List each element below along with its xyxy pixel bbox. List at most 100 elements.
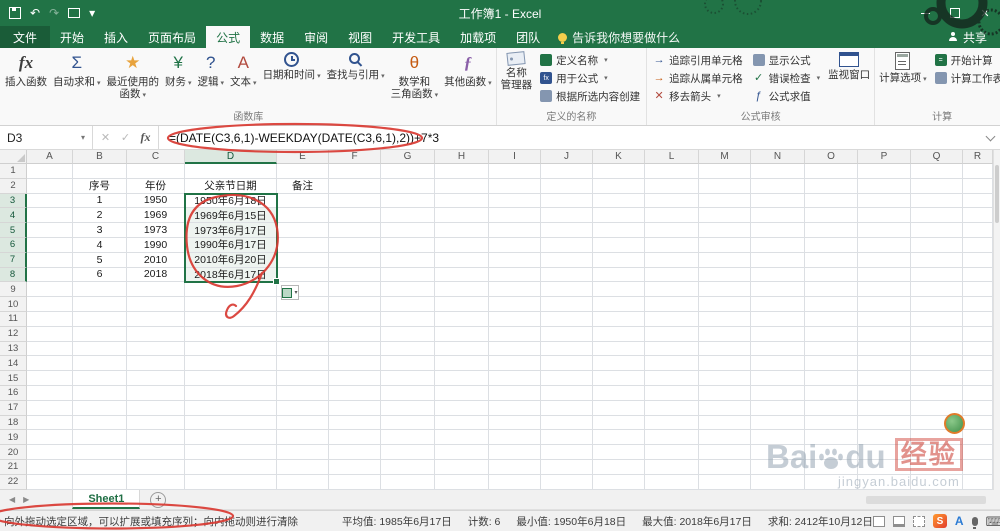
calculate-sheet-button[interactable]: 计算工作表 [932,69,1000,87]
sheet-prev-icon[interactable]: ◀ [9,495,15,504]
cell-H7[interactable] [435,252,489,268]
cell-M6[interactable] [699,237,751,253]
cell-A10[interactable] [27,297,73,312]
cell-K7[interactable] [593,252,645,268]
cell-B9[interactable] [73,282,127,298]
cell-I21[interactable] [489,459,541,475]
date-time-button[interactable]: 日期和时间 ▾ [260,50,324,108]
cell-D11[interactable] [185,311,277,327]
column-header-R[interactable]: R [963,150,993,164]
tab-文件[interactable]: 文件 [0,26,51,48]
cell-E1[interactable] [277,164,329,179]
close-button[interactable]: ✕ [970,0,1000,26]
cell-H3[interactable] [435,193,489,209]
tab-公式[interactable]: 公式 [206,26,251,48]
cell-O12[interactable] [805,326,858,342]
cell-O19[interactable] [805,430,858,446]
cell-E17[interactable] [277,400,329,416]
cell-L14[interactable] [645,356,699,372]
cell-C21[interactable] [127,459,185,475]
cell-O7[interactable] [805,252,858,268]
tab-数据[interactable]: 数据 [250,26,294,48]
cell-B3[interactable]: 1 [73,193,127,209]
cell-P3[interactable] [858,193,911,209]
microphone-icon[interactable] [971,516,978,529]
save-icon[interactable] [9,7,21,19]
cell-N19[interactable] [751,430,805,446]
column-header-D[interactable]: D [185,150,277,164]
cell-M20[interactable] [699,445,751,460]
cell-I1[interactable] [489,164,541,179]
cell-H18[interactable] [435,415,489,431]
cell-B12[interactable] [73,326,127,342]
cell-F2[interactable] [329,178,381,194]
cell-P5[interactable] [858,223,911,238]
cell-C10[interactable] [127,297,185,312]
row-header-14[interactable]: 14 [0,356,27,372]
cell-H22[interactable] [435,474,489,490]
cell-H17[interactable] [435,400,489,416]
cell-I5[interactable] [489,223,541,238]
cell-F4[interactable] [329,208,381,224]
cell-H1[interactable] [435,164,489,179]
cell-L10[interactable] [645,297,699,312]
row-header-5[interactable]: 5 [0,223,27,238]
page-layout-view-icon[interactable] [892,515,905,527]
cell-N15[interactable] [751,371,805,386]
tab-开始[interactable]: 开始 [50,26,94,48]
cell-C5[interactable]: 1973 [127,223,185,238]
column-header-N[interactable]: N [751,150,805,164]
trace-precedents-button[interactable]: → 追踪引用单元格 [650,51,746,69]
cell-A3[interactable] [27,193,73,209]
cell-Q7[interactable] [911,252,963,268]
cell-C6[interactable]: 1990 [127,237,185,253]
tab-页面布局[interactable]: 页面布局 [138,26,206,48]
cell-N13[interactable] [751,341,805,357]
cell-P2[interactable] [858,178,911,194]
cell-R21[interactable] [963,459,993,475]
cell-D3[interactable]: 1950年6月18日 [185,193,277,209]
cell-H14[interactable] [435,356,489,372]
row-header-12[interactable]: 12 [0,326,27,342]
cell-D6[interactable]: 1990年6月17日 [185,237,277,253]
cell-B11[interactable] [73,311,127,327]
cell-C13[interactable] [127,341,185,357]
cell-D5[interactable]: 1973年6月17日 [185,223,277,238]
cell-J11[interactable] [541,311,593,327]
cell-R16[interactable] [963,385,993,401]
cell-N17[interactable] [751,400,805,416]
cell-I11[interactable] [489,311,541,327]
insert-function-icon[interactable]: fx [136,130,155,145]
maximize-button[interactable] [940,0,970,26]
cell-E15[interactable] [277,371,329,386]
cell-A7[interactable] [27,252,73,268]
cell-O10[interactable] [805,297,858,312]
cell-R1[interactable] [963,164,993,179]
floating-badge[interactable] [944,413,965,434]
cell-L22[interactable] [645,474,699,490]
cell-Q6[interactable] [911,237,963,253]
cell-E18[interactable] [277,415,329,431]
cell-R10[interactable] [963,297,993,312]
tab-审阅[interactable]: 审阅 [294,26,338,48]
math-trig-button[interactable]: θ 数学和 三角函数 ▾ [388,50,442,108]
cell-O9[interactable] [805,282,858,298]
cell-P14[interactable] [858,356,911,372]
cell-P19[interactable] [858,430,911,446]
cell-I8[interactable] [489,267,541,283]
cell-I14[interactable] [489,356,541,372]
cell-G7[interactable] [381,252,435,268]
cell-J1[interactable] [541,164,593,179]
cell-K5[interactable] [593,223,645,238]
cell-R2[interactable] [963,178,993,194]
share-button[interactable]: 共享 [948,26,1000,48]
sheet-tab-sheet1[interactable]: Sheet1 [72,490,141,509]
cell-G3[interactable] [381,193,435,209]
cell-P11[interactable] [858,311,911,327]
cell-F5[interactable] [329,223,381,238]
cell-G13[interactable] [381,341,435,357]
cell-R13[interactable] [963,341,993,357]
financial-button[interactable]: ¥ 财务 ▾ [162,50,195,108]
column-header-L[interactable]: L [645,150,699,164]
cell-E11[interactable] [277,311,329,327]
